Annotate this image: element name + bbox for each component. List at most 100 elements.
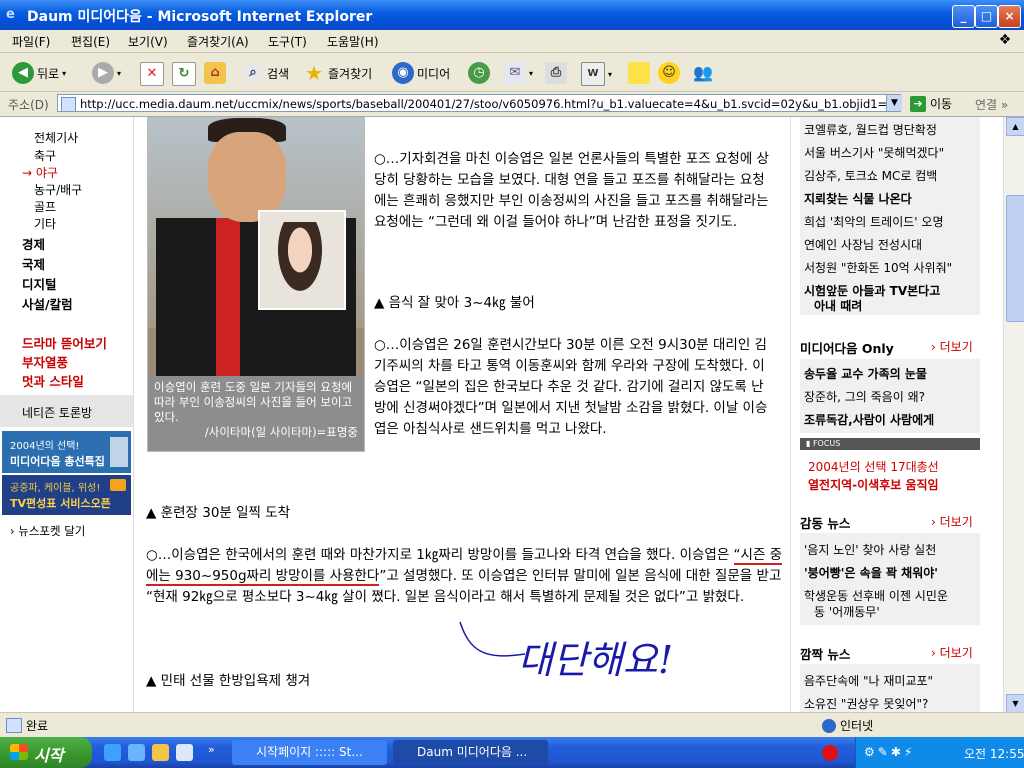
news-link[interactable]: 아내 때려 — [814, 297, 862, 314]
newspocket-link[interactable]: › 뉴스포켓 달기 — [10, 523, 85, 539]
news-link[interactable]: 서청원 "한화돈 10억 사위줘" — [804, 259, 952, 276]
news-link[interactable]: '음지 노인' 찾아 사랑 실천 — [804, 541, 936, 558]
menu-tools[interactable]: 도구(T) — [268, 33, 307, 50]
handwritten-note: 대단해요! — [518, 638, 674, 682]
address-input[interactable]: http://ucc.media.daum.net/uccmix/news/sp… — [57, 94, 901, 112]
refresh-button[interactable]: ↻ — [172, 62, 196, 86]
news-link[interactable]: 코엘류호, 월드컵 명단확정 — [804, 121, 937, 138]
news-link[interactable]: 소유진 "권상우 못잊어"? — [804, 695, 928, 712]
menu-edit[interactable]: 편집(E) — [71, 33, 110, 50]
nav-rich[interactable]: 부자열풍 — [22, 352, 68, 371]
scroll-down-icon[interactable]: ▼ — [1006, 694, 1024, 713]
desktop-quicklaunch-icon[interactable] — [176, 744, 193, 761]
nav-basketball[interactable]: 농구/배구 — [34, 181, 82, 198]
word-icon: W — [581, 62, 605, 86]
news-link[interactable]: '붕어빵'은 속을 꽉 채워야' — [804, 564, 938, 581]
news-link[interactable]: 동 '어깨동무' — [814, 603, 880, 620]
menu-help[interactable]: 도움말(H) — [327, 33, 379, 50]
nav-soccer[interactable]: 축구 — [34, 147, 56, 164]
address-url: http://ucc.media.daum.net/uccmix/news/sp… — [80, 97, 901, 111]
news-link[interactable]: 희섭 '최악의 트레이드' 오명 — [804, 213, 943, 230]
messenger-button[interactable]: ☺ — [658, 62, 680, 84]
folder-quicklaunch-icon[interactable] — [152, 744, 169, 761]
nav-etc[interactable]: 기타 — [34, 215, 56, 232]
quicklaunch-more-icon[interactable]: » — [208, 743, 215, 756]
nav-economy[interactable]: 경제 — [22, 234, 45, 253]
window-title: Daum 미디어다음 - Microsoft Internet Explorer — [27, 9, 373, 25]
nav-international[interactable]: 국제 — [22, 254, 45, 273]
minimize-button[interactable]: _ — [952, 5, 975, 28]
menu-bar: 파일(F) 편집(E) 보기(V) 즐겨찾기(A) 도구(T) 도움말(H) ❖ — [0, 30, 1024, 53]
menu-view[interactable]: 보기(V) — [128, 33, 168, 50]
stop-button[interactable]: ✕ — [140, 62, 164, 86]
maximize-button[interactable]: □ — [975, 5, 998, 28]
nav-style[interactable]: 멋과 스타일 — [22, 371, 84, 390]
nav-digital[interactable]: 디지털 — [22, 274, 57, 293]
go-button[interactable]: ➔ 이동 — [910, 95, 952, 112]
home-button[interactable]: ⌂ — [204, 62, 226, 84]
tray-app-icon[interactable] — [822, 745, 838, 761]
menu-file[interactable]: 파일(F) — [12, 33, 50, 50]
globe-icon: ◉ — [392, 62, 414, 84]
forward-button[interactable]: ▶ ▾ — [92, 62, 121, 84]
address-dropdown-icon[interactable]: ▼ — [886, 95, 902, 111]
election-banner[interactable]: 2004년의 선택! 미디어다음 총선특집 — [2, 431, 131, 473]
media-only-box: 송두율 교수 가족의 눈물 장준하, 그의 죽음이 왜? 조류독감,사람이 사람… — [800, 359, 980, 433]
nav-all-articles[interactable]: 전체기사 — [34, 129, 78, 146]
buddies-button[interactable]: 👥 — [692, 62, 714, 84]
article-paragraph-1: ○…기자회견을 마친 이승엽은 일본 언론사들의 특별한 포즈 요청에 상당히 … — [374, 151, 769, 230]
outlook-quicklaunch-icon[interactable] — [128, 744, 145, 761]
news-link[interactable]: 연예인 사장님 전성시대 — [804, 236, 922, 253]
more-link[interactable]: › 더보기 — [931, 513, 973, 530]
favorites-button[interactable]: ★ 즐겨찾기 — [303, 62, 372, 84]
nav-editorial[interactable]: 사설/칼럼 — [22, 294, 73, 313]
news-link[interactable]: 지뢰찾는 식물 나온다 — [804, 190, 912, 207]
nav-golf[interactable]: 골프 — [34, 198, 56, 215]
scroll-thumb[interactable] — [1006, 195, 1024, 322]
status-bar: 완료 인터넷 — [0, 712, 1024, 737]
news-link[interactable]: 서울 버스기사 "못해먹겠다" — [804, 144, 944, 161]
focus-box[interactable]: ▮ FOCUS 2004년의 선택 17대총선 열전지역-이색후보 움직임 — [800, 438, 980, 498]
print-icon: ⎙ — [545, 62, 567, 84]
menu-favorites[interactable]: 즐겨찾기(A) — [187, 33, 249, 50]
smiley-icon: ☺ — [658, 62, 680, 84]
edit-button[interactable]: W ▾ — [581, 62, 612, 86]
clock: 오전 12:55 — [964, 747, 1024, 761]
more-link[interactable]: › 더보기 — [931, 338, 973, 355]
start-button[interactable]: 시작 — [0, 737, 92, 768]
taskbar-item-daum[interactable]: Daum 미디어다음 ... — [393, 740, 548, 765]
mail-button[interactable]: ✉ ▾ — [504, 62, 533, 84]
taskbar-item-startpage[interactable]: 시작페이지 ::::: St... — [232, 740, 387, 765]
close-button[interactable]: × — [998, 5, 1021, 28]
ie-quicklaunch-icon[interactable] — [104, 744, 121, 761]
nav-baseball[interactable]: → 야구 — [22, 164, 58, 181]
media-button[interactable]: ◉ 미디어 — [392, 62, 450, 84]
news-link[interactable]: 송두율 교수 가족의 눈물 — [804, 365, 927, 382]
news-link[interactable]: 학생운동 선후배 이젠 시민운 — [804, 587, 948, 604]
more-link[interactable]: › 더보기 — [931, 644, 973, 661]
news-link[interactable]: 조류독감,사람이 사람에게 — [804, 411, 934, 428]
vertical-scrollbar[interactable]: ▲ ▼ — [1003, 117, 1024, 713]
nav-drama[interactable]: 드라마 뜯어보기 — [22, 333, 107, 352]
tray-icons[interactable]: ⚙✎✱⚡ — [864, 745, 915, 759]
news-link[interactable]: 음주단속에 "나 재미교포" — [804, 672, 933, 689]
left-nav: 전체기사 축구 → 야구 농구/배구 골프 기타 경제 국제 디지털 사설/칼럼… — [0, 117, 134, 712]
globe-icon — [822, 718, 836, 733]
news-link[interactable]: 김상주, 토크쇼 MC로 컴백 — [804, 167, 937, 184]
held-photo — [258, 210, 346, 310]
note-button[interactable] — [628, 62, 650, 84]
title-bar[interactable]: e Daum 미디어다음 - Microsoft Internet Explor… — [0, 0, 1024, 30]
back-button[interactable]: ◀ 뒤로 ▾ — [12, 62, 66, 84]
tv-schedule-banner[interactable]: 공중파, 케이블, 위성! TV편성표 서비스오픈 — [2, 475, 131, 515]
netizen-forum-link[interactable]: 네티즌 토론방 — [0, 395, 133, 427]
windows-flag-icon — [10, 744, 28, 760]
search-button[interactable]: ⌕ 검색 — [242, 62, 289, 84]
mail-icon: ✉ — [504, 62, 526, 84]
scroll-up-icon[interactable]: ▲ — [1006, 117, 1024, 136]
print-button[interactable]: ⎙ — [545, 62, 567, 84]
surprise-news-box: 음주단속에 "나 재미교포" 소유진 "권상우 못잊어"? — [800, 664, 980, 712]
history-button[interactable]: ◷ — [468, 62, 490, 84]
links-button[interactable]: 연결 » — [975, 96, 1008, 113]
page-content: 전체기사 축구 → 야구 농구/배구 골프 기타 경제 국제 디지털 사설/칼럼… — [0, 117, 1003, 712]
news-link[interactable]: 장준하, 그의 죽음이 왜? — [804, 388, 925, 405]
